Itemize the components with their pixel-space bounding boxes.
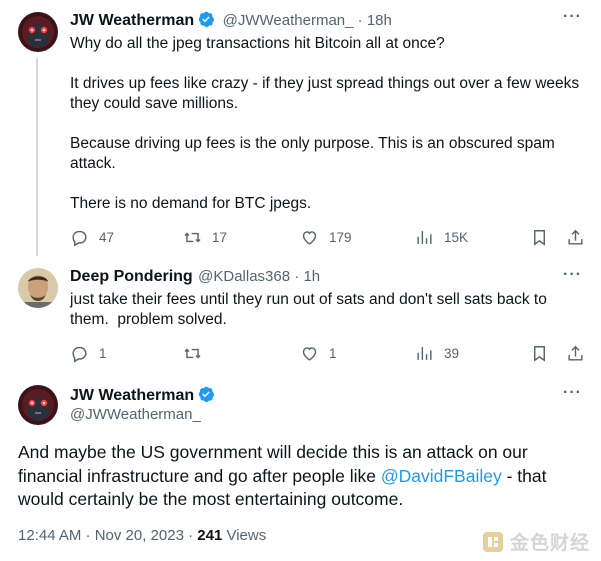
bookmark-button[interactable] [530, 226, 559, 248]
share-button[interactable] [566, 342, 595, 364]
like-button[interactable]: 1 [300, 342, 337, 364]
like-count: 1 [329, 345, 337, 361]
like-icon [302, 230, 317, 245]
verified-badge-icon [197, 10, 215, 33]
verified-badge-icon [197, 385, 215, 408]
retweet-icon [184, 232, 201, 242]
share-icon [568, 229, 583, 245]
retweet-button[interactable] [183, 342, 212, 364]
reply-button[interactable]: 1 [70, 342, 107, 364]
avatar[interactable] [18, 385, 58, 425]
avatar[interactable] [18, 268, 58, 308]
bookmark-icon [534, 229, 545, 246]
views-count: 15K [444, 229, 469, 245]
timestamp[interactable]: 12:44 AM · Nov 20, 2023 · [18, 527, 197, 544]
views-count: 241 [197, 527, 223, 544]
separator: · [290, 268, 304, 285]
author-name[interactable]: JW Weatherman [70, 387, 194, 404]
thread-connector-line [36, 58, 38, 256]
watermark-text: 金色财经 [510, 533, 591, 554]
reply-count: 1 [99, 345, 107, 361]
author-handle[interactable]: @KDallas368 [198, 268, 290, 285]
more-icon[interactable]: ··· [563, 266, 582, 284]
like-count: 179 [329, 229, 352, 245]
author-handle[interactable]: @JWWeatherman_ [70, 406, 201, 423]
more-icon[interactable]: ··· [563, 384, 582, 402]
bookmark-button[interactable] [530, 342, 559, 364]
reply-button[interactable]: 47 [70, 226, 114, 248]
views-button[interactable]: 15K [415, 226, 468, 248]
author-name[interactable]: Deep Pondering [70, 268, 193, 285]
reply-count: 47 [99, 229, 115, 245]
views-count: 39 [444, 345, 460, 361]
avatar[interactable] [18, 12, 58, 52]
author-name[interactable]: JW Weatherman [70, 12, 194, 29]
like-button[interactable]: 179 [300, 226, 352, 248]
retweet-count: 17 [212, 229, 228, 245]
tweet-header: JW Weatherman [70, 385, 215, 408]
tweet-meta-footer: 12:44 AM · Nov 20, 2023 · 241 Views [18, 527, 266, 544]
retweet-icon [184, 348, 201, 358]
tweet-time[interactable]: 1h [303, 268, 320, 285]
tweet-text: just take their fees until they run out … [70, 291, 552, 328]
share-icon [568, 345, 583, 361]
views-icon [417, 230, 432, 244]
like-icon [302, 346, 317, 361]
separator: · [353, 12, 367, 29]
reply-icon [72, 346, 87, 363]
bookmark-icon [534, 345, 545, 362]
views-button[interactable]: 39 [415, 342, 459, 364]
retweet-button[interactable]: 17 [183, 226, 227, 248]
tweet-header: Deep Pondering @KDallas368 · 1h [70, 268, 320, 286]
tweet-actions: 1 1 39 [70, 342, 590, 366]
tweet-header: JW Weatherman @JWWeatherman_ · 18h [70, 10, 392, 33]
mention-link[interactable]: @DavidFBailey [381, 466, 502, 486]
share-button[interactable] [566, 226, 595, 248]
watermark-logo-icon [483, 531, 503, 552]
views-icon [417, 346, 432, 360]
tweet-time[interactable]: 18h [367, 12, 392, 29]
reply-icon [72, 230, 87, 247]
main-tweet-text: And maybe the US government will decide … [18, 441, 583, 512]
views-label: Views [222, 527, 267, 544]
author-handle[interactable]: @JWWeatherman_ [223, 12, 354, 29]
watermark: 金色财经 [482, 528, 590, 555]
tweet-text: Why do all the jpeg transactions hit Bit… [70, 35, 580, 212]
more-icon[interactable]: ··· [563, 8, 582, 26]
tweet-actions: 47 17 179 15K [70, 226, 590, 250]
